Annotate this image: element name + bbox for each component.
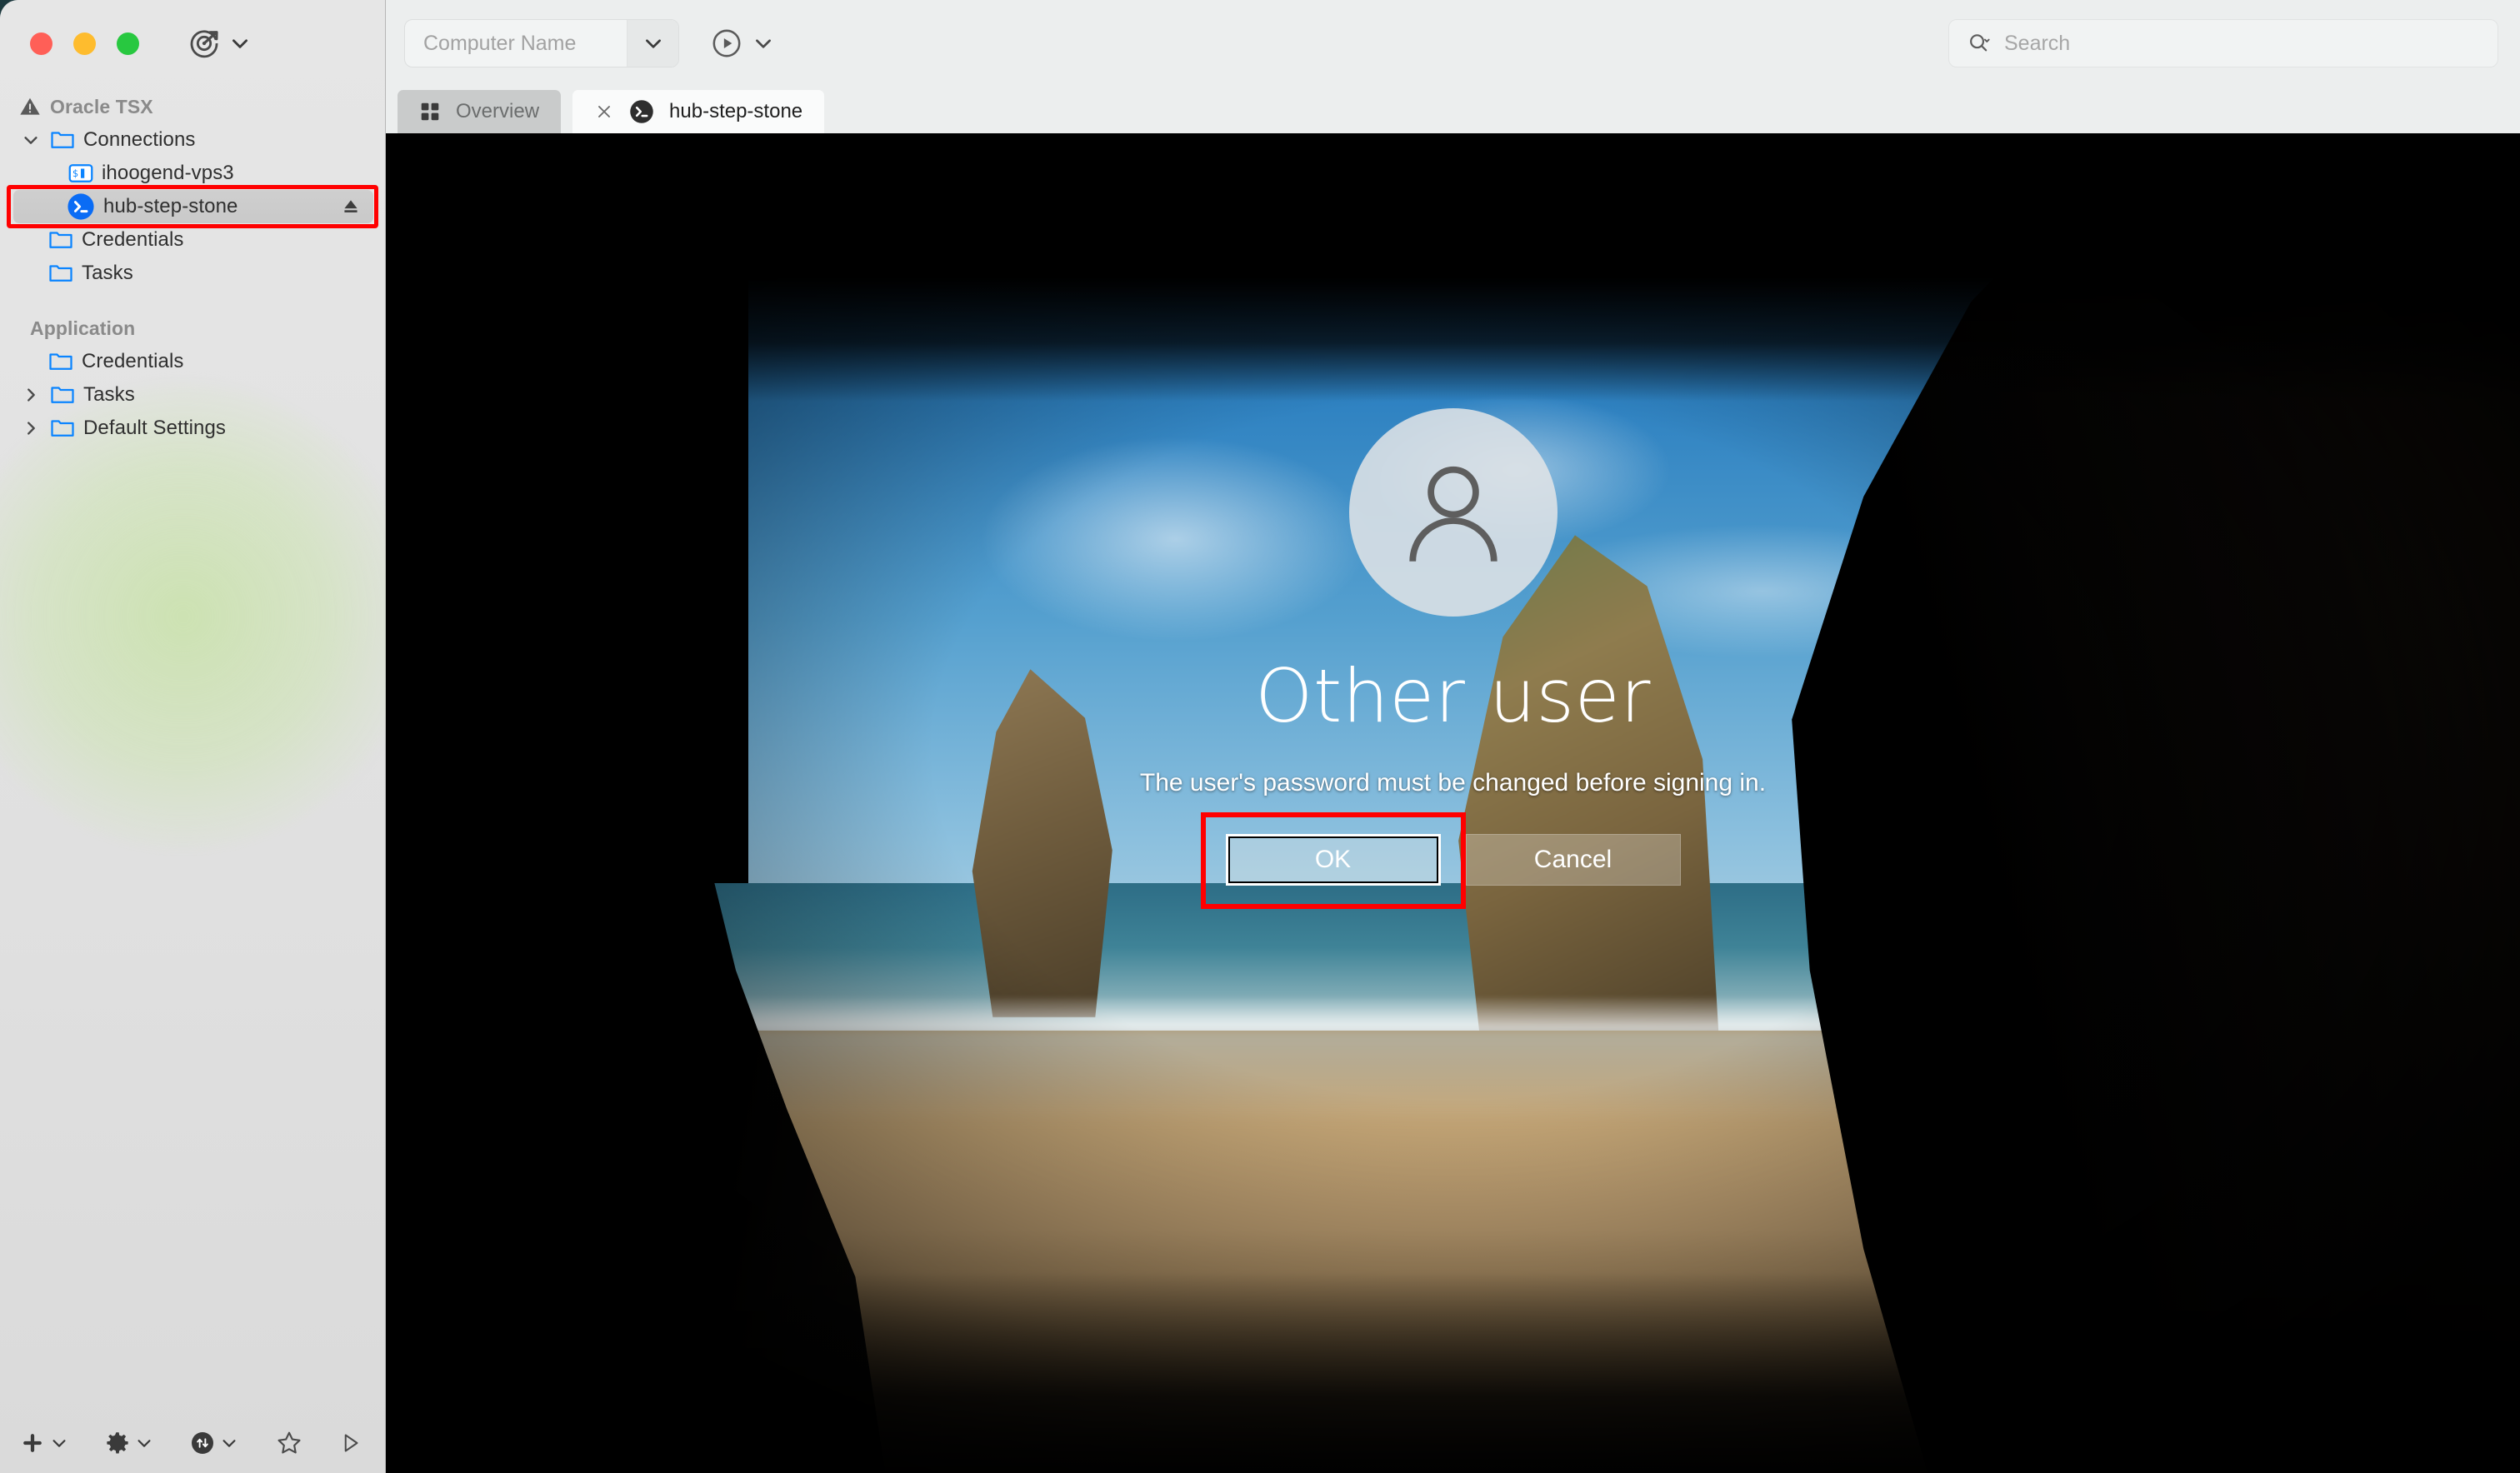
traffic-light-controls bbox=[30, 32, 139, 55]
folder-icon bbox=[48, 229, 73, 251]
screenshot-root: Oracle TSX Connections $ ihoogend-vps3 h… bbox=[0, 0, 2520, 1473]
computer-name-input[interactable]: Computer Name bbox=[405, 32, 627, 56]
tree-header-oracle-tsx[interactable]: Oracle TSX bbox=[0, 90, 385, 123]
ssh-dark-icon bbox=[629, 99, 654, 124]
tab-overview[interactable]: Overview bbox=[398, 90, 562, 133]
sidebar-item-label: hub-step-stone bbox=[103, 195, 238, 217]
refresh-target-icon[interactable] bbox=[188, 27, 221, 60]
minimize-window-button[interactable] bbox=[73, 32, 96, 55]
chevron-right-icon[interactable] bbox=[20, 417, 42, 439]
folder-icon bbox=[50, 417, 75, 439]
sidebar-item-app-credentials[interactable]: Credentials bbox=[0, 345, 385, 378]
sidebar-footer-toolbar bbox=[0, 1413, 385, 1473]
folder-icon bbox=[48, 262, 73, 284]
sidebar: Oracle TSX Connections $ ihoogend-vps3 h… bbox=[0, 0, 417, 1473]
transfer-button[interactable] bbox=[190, 1431, 238, 1456]
connect-menu-chevron-down-icon[interactable] bbox=[752, 32, 774, 54]
sidebar-item-default-settings[interactable]: Default Settings bbox=[0, 412, 385, 445]
refresh-toolbar-group[interactable] bbox=[188, 27, 251, 60]
add-connection-button[interactable] bbox=[20, 1431, 68, 1456]
play-circle-icon[interactable] bbox=[711, 27, 742, 59]
page-title: Other user bbox=[1255, 653, 1651, 739]
sidebar-item-ihoogend-vps3[interactable]: $ ihoogend-vps3 bbox=[0, 157, 385, 190]
sidebar-item-app-tasks[interactable]: Tasks bbox=[0, 378, 385, 412]
tab-strip-filler bbox=[824, 90, 2520, 133]
terminal-icon: $ bbox=[68, 162, 93, 184]
close-icon[interactable] bbox=[594, 102, 614, 122]
sidebar-item-label: Tasks bbox=[82, 262, 133, 284]
tab-hub-step-stone[interactable]: hub-step-stone bbox=[572, 90, 825, 133]
ssh-icon bbox=[67, 192, 95, 221]
sidebar-section-application: Application bbox=[0, 312, 385, 345]
sidebar-item-label: Tasks bbox=[83, 383, 135, 406]
sidebar-item-label: Connections bbox=[83, 128, 196, 151]
tree-header-label: Oracle TSX bbox=[50, 95, 153, 117]
search-input[interactable]: Search bbox=[2004, 32, 2070, 56]
tab-label: hub-step-stone bbox=[669, 100, 803, 122]
search-icon[interactable] bbox=[1968, 31, 1992, 56]
login-button-row: OK Cancel bbox=[1200, 812, 1681, 909]
settings-button[interactable] bbox=[105, 1431, 153, 1456]
eject-icon[interactable] bbox=[340, 196, 362, 217]
maximize-window-button[interactable] bbox=[117, 32, 139, 55]
app-window: Oracle TSX Connections $ ihoogend-vps3 h… bbox=[0, 0, 2520, 1473]
folder-icon bbox=[50, 384, 75, 406]
main-toolbar: Computer Name Search bbox=[386, 0, 2520, 87]
chevron-right-icon[interactable] bbox=[20, 384, 42, 406]
search-box[interactable]: Search bbox=[1948, 19, 2498, 67]
folder-icon bbox=[48, 351, 73, 372]
svg-text:$: $ bbox=[72, 168, 78, 179]
remote-desktop-canvas[interactable]: Other user The user's password must be c… bbox=[386, 133, 2520, 1473]
tab-label: Overview bbox=[456, 100, 540, 122]
sidebar-item-connections[interactable]: Connections bbox=[0, 123, 385, 157]
transfer-icon[interactable] bbox=[190, 1431, 215, 1456]
star-icon[interactable] bbox=[275, 1429, 303, 1457]
connect-button-group[interactable] bbox=[711, 27, 774, 59]
sidebar-section-label: Application bbox=[30, 317, 136, 339]
gear-icon[interactable] bbox=[105, 1431, 130, 1456]
sidebar-item-label: Credentials bbox=[82, 350, 184, 372]
windows-login-overlay: Other user The user's password must be c… bbox=[386, 133, 2520, 1473]
sidebar-item-label: ihoogend-vps3 bbox=[102, 162, 234, 184]
computer-name-dropdown-button[interactable] bbox=[627, 20, 678, 67]
login-message: The user's password must be changed befo… bbox=[1139, 769, 1767, 796]
window-titlebar bbox=[0, 0, 385, 87]
sidebar-item-hub-step-stone[interactable]: hub-step-stone bbox=[13, 190, 373, 223]
sidebar-item-credentials[interactable]: Credentials bbox=[0, 223, 385, 257]
tab-strip: Overview hub-step-stone bbox=[386, 87, 2520, 133]
computer-name-combobox[interactable]: Computer Name bbox=[404, 19, 679, 67]
folder-icon bbox=[50, 129, 75, 151]
cancel-button[interactable]: Cancel bbox=[1465, 834, 1681, 886]
grid-icon bbox=[419, 101, 441, 122]
chevron-down-icon[interactable] bbox=[50, 1434, 68, 1452]
chevron-down-icon[interactable] bbox=[220, 1434, 238, 1452]
navigation-tree: Oracle TSX Connections $ ihoogend-vps3 h… bbox=[0, 87, 385, 1413]
avatar bbox=[1348, 408, 1558, 617]
play-triangle-icon[interactable] bbox=[338, 1431, 363, 1456]
chevron-down-icon[interactable] bbox=[135, 1434, 153, 1452]
ok-button[interactable]: OK bbox=[1225, 834, 1441, 886]
warning-triangle-icon bbox=[18, 95, 42, 118]
close-window-button[interactable] bbox=[30, 32, 52, 55]
main-area: Computer Name Search Overview hub-step-s… bbox=[386, 0, 2520, 1473]
sidebar-item-label: Default Settings bbox=[83, 417, 227, 439]
sidebar-item-label: Credentials bbox=[82, 228, 184, 251]
chevron-down-icon[interactable] bbox=[20, 129, 42, 151]
sidebar-item-tasks[interactable]: Tasks bbox=[0, 257, 385, 290]
plus-icon[interactable] bbox=[20, 1431, 45, 1456]
refresh-menu-chevron-down-icon[interactable] bbox=[229, 32, 251, 54]
